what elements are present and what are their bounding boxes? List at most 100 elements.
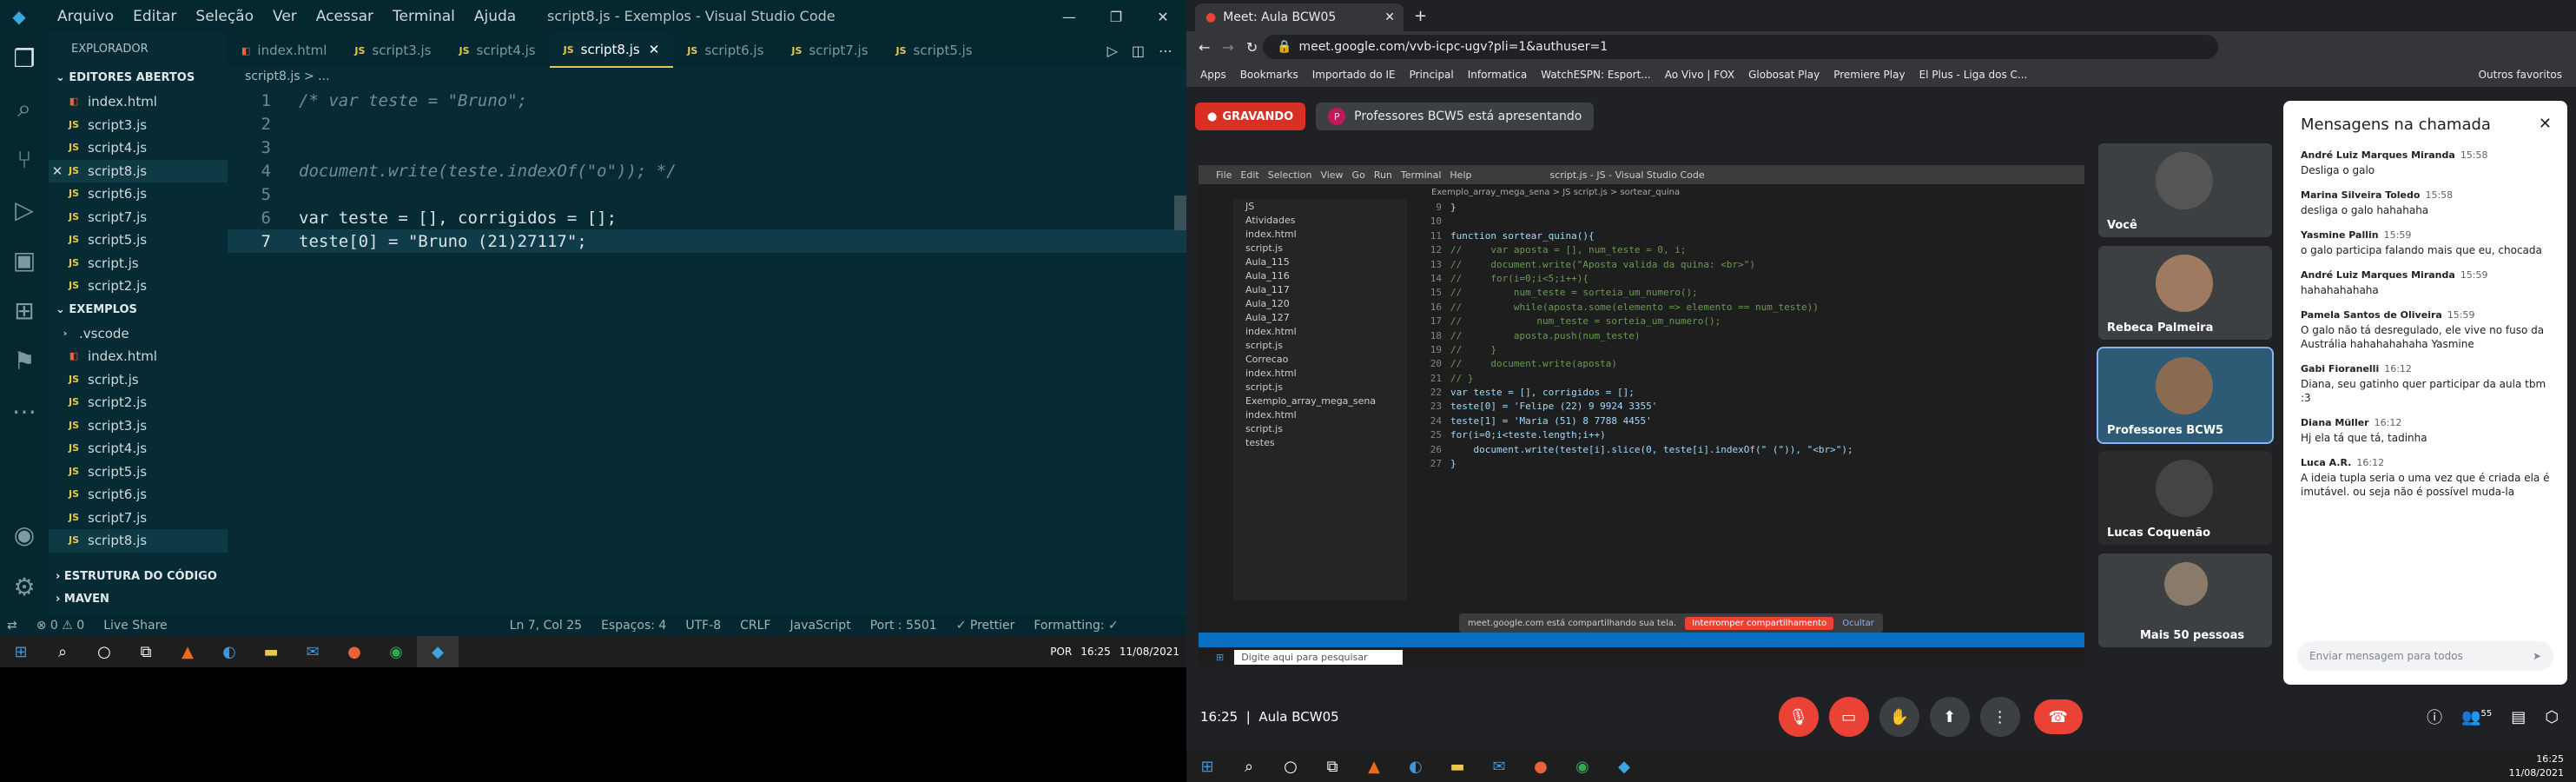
open-editors-header[interactable]: ⌄ EDITORES ABERTOS [49, 66, 228, 90]
explorer-icon[interactable]: ❐ [0, 33, 49, 83]
explorer-item[interactable]: JS script6.js [49, 483, 228, 507]
code-line[interactable]: 6 var teste = [], corrigidos = []; [228, 206, 1186, 229]
chrome-icon[interactable]: ◉ [1562, 751, 1603, 782]
cortana-icon[interactable]: ○ [1270, 751, 1311, 782]
menu-ajuda[interactable]: Ajuda [474, 8, 516, 25]
tab-close-icon[interactable]: ✕ [649, 42, 660, 57]
code-line[interactable]: 5 [228, 182, 1186, 206]
url-input[interactable]: 🔒 meet.google.com/vvb-icpc-ugv?pli=1&aut… [1263, 35, 2218, 59]
open-editor-item[interactable]: JS script2.js [49, 275, 228, 298]
language-mode[interactable]: JavaScript [790, 619, 851, 633]
open-editor-item[interactable]: ◧ index.html [49, 90, 228, 114]
cursor-position[interactable]: Ln 7, Col 25 [510, 619, 582, 633]
open-editor-item[interactable]: JS script4.js [49, 136, 228, 160]
explorer-item[interactable]: ◧ index.html [49, 345, 228, 368]
send-icon[interactable]: ➤ [2533, 650, 2541, 662]
minimize-icon[interactable]: — [1046, 9, 1093, 25]
clock-lang[interactable]: POR [1050, 646, 1072, 658]
bookmark-item[interactable]: WatchESPN: Esport... [1541, 69, 1651, 81]
reload-icon[interactable]: ↻ [1246, 39, 1258, 56]
editor-tab[interactable]: JS script4.js [446, 33, 550, 68]
new-tab-icon[interactable]: + [1414, 7, 1427, 25]
bookmark-item[interactable]: Apps [1200, 69, 1226, 81]
menu-acessar[interactable]: Acessar [316, 8, 373, 25]
bookmark-item[interactable]: Premiere Play [1833, 69, 1905, 81]
editor-tab[interactable]: JS script6.js [673, 33, 777, 68]
indentation[interactable]: Espaços: 4 [601, 619, 666, 633]
chat-icon[interactable]: ▤ [2511, 708, 2526, 726]
explorer-item[interactable]: JS script8.js [49, 529, 228, 553]
activities-icon[interactable]: ⬡ [2545, 708, 2559, 726]
raise-hand-icon[interactable]: ✋ [1879, 697, 1919, 737]
file-explorer-icon[interactable]: ▬ [250, 636, 292, 667]
participant-tile[interactable]: Lucas Coquenão [2098, 451, 2272, 545]
live-share-status[interactable]: Live Share [103, 619, 167, 633]
search-icon[interactable]: ⌕ [0, 83, 49, 134]
formatting-status[interactable]: Formatting: ✓ [1034, 619, 1118, 633]
clock-date[interactable]: 11/08/2021 [1120, 646, 1179, 658]
outline-header[interactable]: › ESTRUTURA DO CÓDIGO [49, 565, 228, 589]
clock-time[interactable]: 16:25 [2509, 752, 2564, 766]
eol[interactable]: CRLF [740, 619, 770, 633]
run-debug-icon[interactable]: ▷ [0, 184, 49, 235]
close-chat-icon[interactable]: ✕ [2539, 115, 2552, 133]
code-editor[interactable]: 1 /* var teste = "Bruno"; 2 3 4 document.writ… [228, 89, 1186, 584]
editor-tab[interactable]: JS script5.js [882, 33, 987, 68]
vlc-icon[interactable]: ▲ [167, 636, 208, 667]
camera-off-icon[interactable]: ▭ [1828, 697, 1869, 737]
explorer-item[interactable]: JS script3.js [49, 414, 228, 438]
participant-tile[interactable]: Professores BCW5 [2097, 347, 2274, 444]
present-icon[interactable]: ⬆ [1929, 697, 1970, 737]
forward-icon[interactable]: → [1222, 39, 1233, 56]
vscode-taskbar-icon[interactable]: ◆ [1603, 751, 1645, 782]
more-options-icon[interactable]: ⋮ [1979, 697, 2020, 737]
explorer-item[interactable]: › .vscode [49, 322, 228, 346]
bookmark-item[interactable]: Principal [1410, 69, 1454, 81]
chat-input[interactable]: Enviar mensagem para todos ➤ [2297, 641, 2553, 671]
editor-tab[interactable]: JS script3.js [340, 33, 445, 68]
menu-ver[interactable]: Ver [273, 8, 297, 25]
more-icon[interactable]: ⋯ [0, 386, 49, 436]
browser-tab-meet[interactable]: ● Meet: Aula BCW05 ✕ [1195, 3, 1404, 31]
more-actions-icon[interactable]: ⋯ [1159, 43, 1172, 59]
breadcrumb[interactable]: script8.js > ... [228, 70, 330, 89]
end-call-button[interactable]: ☎ [2033, 699, 2083, 734]
code-line[interactable]: 2 [228, 112, 1186, 136]
file-explorer-icon[interactable]: ▬ [1437, 751, 1478, 782]
maximize-icon[interactable]: ❐ [1093, 9, 1139, 25]
back-icon[interactable]: ← [1199, 39, 1210, 56]
encoding[interactable]: UTF-8 [685, 619, 721, 633]
remote-status-icon[interactable]: ⇄ [7, 619, 17, 633]
info-icon[interactable]: ⓘ [2427, 706, 2442, 728]
firefox-icon[interactable]: ● [1520, 751, 1562, 782]
explorer-item[interactable]: JS script7.js [49, 507, 228, 530]
source-control-icon[interactable]: ⑂ [0, 134, 49, 184]
tab-close-icon[interactable]: ✕ [1384, 10, 1395, 24]
remote-icon[interactable]: ▣ [0, 235, 49, 285]
extensions-icon[interactable]: ⊞ [0, 285, 49, 335]
bookmark-item[interactable]: Importado do IE [1312, 69, 1396, 81]
clock-time[interactable]: 16:25 [1080, 646, 1111, 658]
edge-icon[interactable]: ◐ [208, 636, 250, 667]
maven-header[interactable]: › MAVEN [49, 587, 228, 612]
bookmark-icon[interactable]: ⚑ [0, 335, 49, 386]
cortana-icon[interactable]: ○ [83, 636, 125, 667]
bookmark-item[interactable]: El Plus - Liga dos C... [1919, 69, 2028, 81]
code-line[interactable]: 4 document.write(teste.indexOf("o")); */ [228, 159, 1186, 182]
problems-status[interactable]: ⊗ 0 ⚠ 0 [36, 619, 84, 633]
close-icon[interactable]: ✕ [49, 160, 66, 183]
live-server-port[interactable]: Port : 5501 [870, 619, 937, 633]
menu-arquivo[interactable]: Arquivo [57, 8, 114, 25]
open-editor-item[interactable]: JS script.js [49, 252, 228, 275]
open-editor-item[interactable]: JS script7.js [49, 206, 228, 229]
open-editor-item[interactable]: ✕ JS script8.js [49, 159, 228, 183]
mail-icon[interactable]: ✉ [292, 636, 334, 667]
settings-gear-icon[interactable]: ⚙ [0, 561, 49, 612]
vscode-taskbar-icon[interactable]: ◆ [417, 636, 459, 667]
explorer-item[interactable]: JS script2.js [49, 391, 228, 414]
task-view-icon[interactable]: ⧉ [1311, 751, 1353, 782]
mail-icon[interactable]: ✉ [1478, 751, 1520, 782]
mic-off-icon[interactable]: 🎙 [1778, 697, 1819, 737]
open-editor-item[interactable]: JS script3.js [49, 114, 228, 137]
close-icon[interactable]: ✕ [1139, 9, 1186, 25]
